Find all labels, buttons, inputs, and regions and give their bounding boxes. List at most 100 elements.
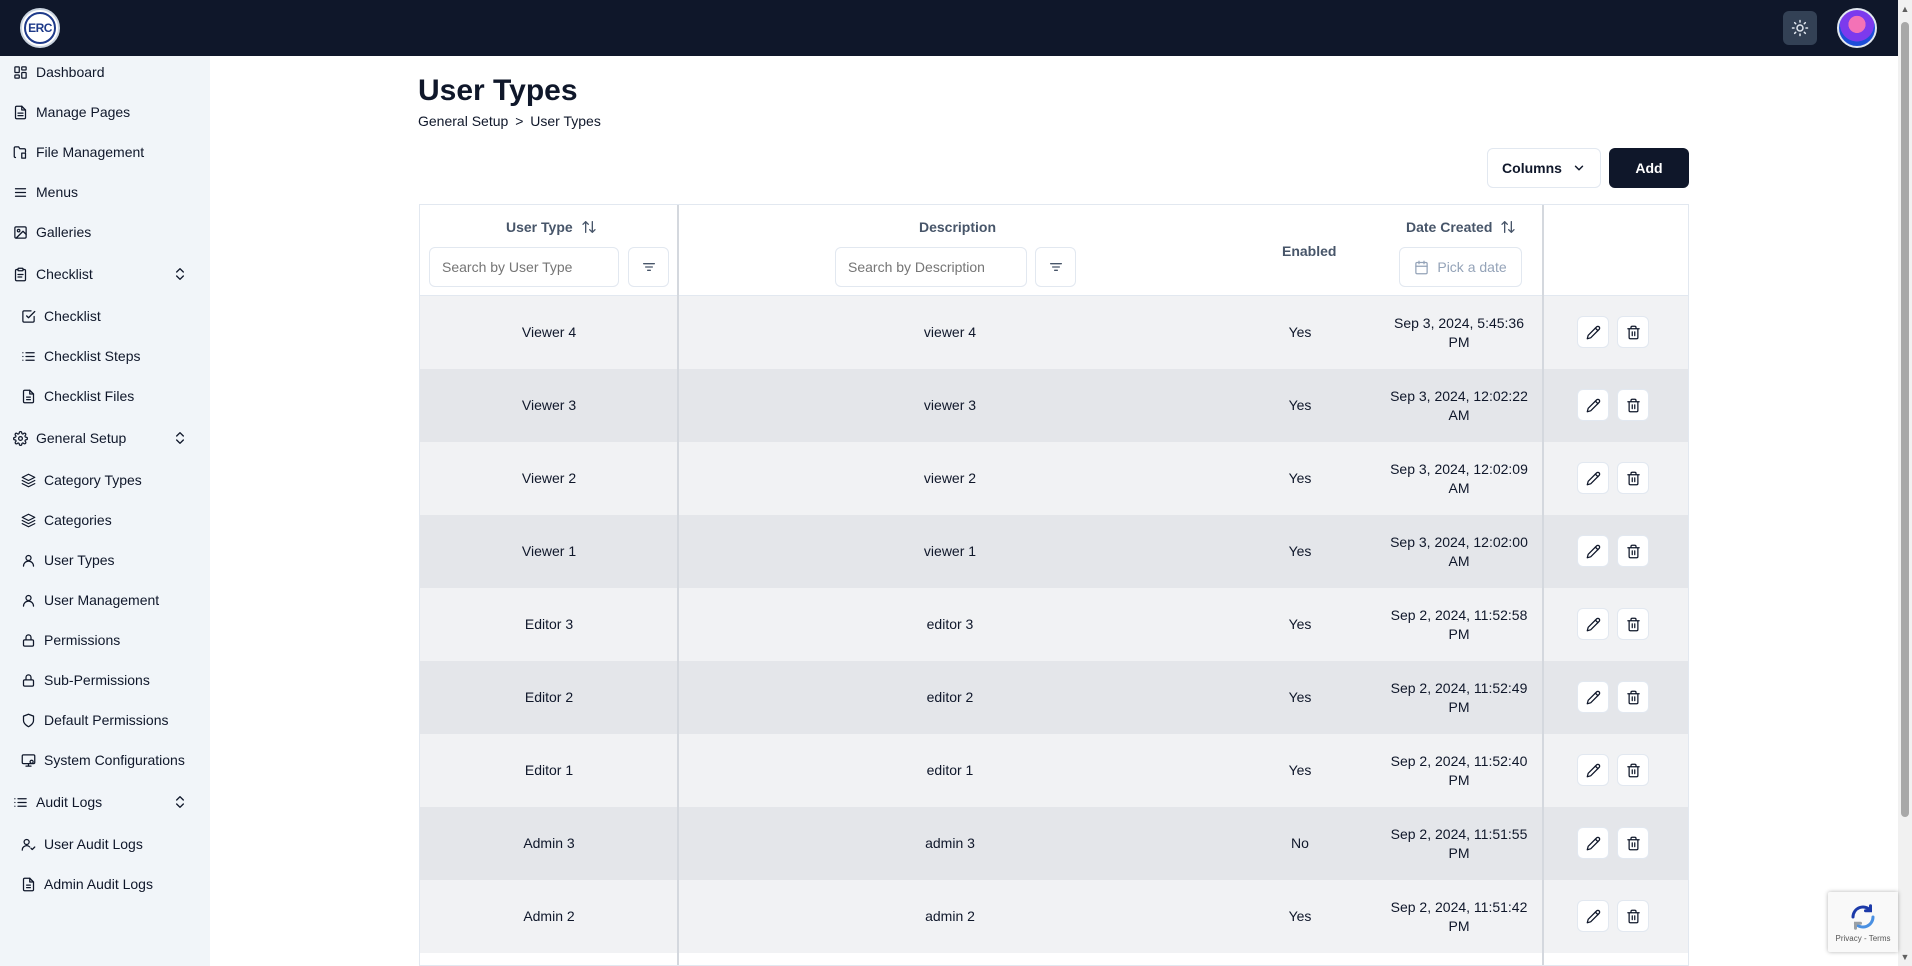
header-description: Description (919, 219, 996, 235)
sidebar-item-menus[interactable]: Menus (0, 176, 210, 208)
sidebar-item-manage-pages[interactable]: Manage Pages (0, 96, 210, 128)
erc-logo[interactable]: ERC (20, 8, 60, 48)
user-type-filter-button[interactable] (628, 247, 669, 287)
list-icon (20, 348, 36, 364)
file-text-icon (14, 105, 26, 119)
sort-icon (1501, 221, 1516, 233)
date-line: AM (1448, 406, 1470, 423)
filter-icon (642, 263, 655, 271)
edit-button[interactable] (1577, 827, 1609, 859)
search-user-type-input[interactable] (429, 247, 619, 287)
delete-button[interactable] (1617, 681, 1649, 713)
filter-icon (1049, 263, 1062, 271)
edit-button[interactable] (1577, 316, 1609, 348)
cell-date-created: Sep 3, 2024, 5:45:36 PM (1384, 296, 1534, 369)
cell-date-created: Sep 3, 2024, 12:02:22 AM (1384, 369, 1534, 442)
pencil-icon (1586, 763, 1600, 777)
sidebar-item-category-types[interactable]: Category Types (0, 464, 210, 496)
header-date-created[interactable]: Date Created (1406, 219, 1516, 235)
cell-enabled: Yes (1288, 616, 1312, 632)
date-line: AM (1448, 552, 1470, 569)
sidebar-item-label: Sub-Permissions (44, 672, 150, 688)
recaptcha-badge[interactable]: Privacy - Terms (1828, 892, 1898, 952)
pencil-icon (1586, 836, 1600, 850)
sidebar-item-user-management[interactable]: User Management (0, 584, 210, 616)
trash-icon (1626, 909, 1640, 923)
date-line: Sep 2, 2024, 11:52:40 (1390, 752, 1528, 769)
user-icon (20, 592, 36, 608)
user-check-icon (21, 838, 35, 851)
edit-button[interactable] (1577, 681, 1609, 713)
delete-button[interactable] (1617, 827, 1649, 859)
sidebar-item-checklist[interactable]: Checklist (0, 258, 210, 290)
sidebar-item-checklist-files[interactable]: Checklist Files (0, 380, 210, 412)
sidebar-item-label: User Types (44, 552, 115, 568)
edit-button[interactable] (1577, 754, 1609, 786)
sidebar-item-general-setup[interactable]: General Setup (0, 422, 210, 454)
delete-button[interactable] (1617, 608, 1649, 640)
sidebar-item-galleries[interactable]: Galleries (0, 216, 210, 248)
sidebar-item-label: Category Types (44, 472, 142, 488)
date-line: PM (1448, 698, 1470, 715)
dashboard-icon (13, 65, 27, 79)
delete-button[interactable] (1617, 316, 1649, 348)
date-line: PM (1448, 625, 1470, 642)
sidebar-item-system-configurations[interactable]: System Configurations (0, 744, 210, 776)
header-user-type[interactable]: User Type (506, 219, 597, 235)
date-line: PM (1448, 771, 1470, 788)
table-row: Viewer 2 viewer 2 Yes Sep 3, 2024, 12:02:09… (420, 442, 1688, 515)
scrollbar-thumb[interactable] (1901, 22, 1909, 817)
cell-enabled: Yes (1288, 762, 1312, 778)
trash-icon (1626, 544, 1640, 558)
delete-button[interactable] (1617, 389, 1649, 421)
delete-button[interactable] (1617, 900, 1649, 932)
breadcrumb-parent[interactable]: General Setup (418, 113, 508, 129)
list-icon (12, 794, 28, 810)
date-line: Sep 2, 2024, 11:51:55 (1390, 825, 1528, 842)
edit-button[interactable] (1577, 608, 1609, 640)
search-description-input[interactable] (835, 247, 1027, 287)
user-avatar[interactable] (1837, 8, 1877, 48)
sidebar-item-user-audit-logs[interactable]: User Audit Logs (0, 828, 210, 860)
image-icon (12, 224, 28, 240)
edit-button[interactable] (1577, 389, 1609, 421)
recaptcha-icon (1851, 903, 1875, 930)
sidebar: Dashboard Manage Pages File Management Menu… (0, 56, 210, 966)
sidebar-item-checklist-steps[interactable]: Checklist Steps (0, 340, 210, 372)
sidebar-item-admin-audit-logs[interactable]: Admin Audit Logs (0, 868, 210, 900)
date-picker-button[interactable]: Pick a date (1399, 247, 1522, 287)
sidebar-item-sub-permissions[interactable]: Sub-Permissions (0, 664, 210, 696)
columns-dropdown-button[interactable]: Columns (1487, 148, 1601, 188)
sidebar-item-label: Dashboard (36, 64, 105, 80)
header-date-created-label: Date Created (1406, 219, 1493, 235)
delete-button[interactable] (1617, 754, 1649, 786)
delete-button[interactable] (1617, 462, 1649, 494)
sidebar-item-file-management[interactable]: File Management (0, 136, 210, 168)
sidebar-item-label: Audit Logs (36, 794, 103, 810)
edit-button[interactable] (1577, 535, 1609, 567)
sidebar-item-default-permissions[interactable]: Default Permissions (0, 704, 210, 736)
sidebar-item-dashboard[interactable]: Dashboard (0, 56, 210, 88)
file-text-icon (12, 104, 28, 120)
table-row: Admin 3 admin 3 No Sep 2, 2024, 11:51:55 PM (420, 807, 1688, 880)
sidebar-item-label: Categories (44, 512, 112, 528)
header-enabled-label: Enabled (1282, 243, 1337, 259)
trash-icon (1626, 325, 1640, 339)
theme-toggle-button[interactable] (1783, 11, 1817, 45)
date-line: PM (1448, 844, 1470, 861)
recaptcha-links[interactable]: Privacy - Terms (1836, 934, 1891, 943)
edit-button[interactable] (1577, 462, 1609, 494)
sidebar-item-user-types[interactable]: User Types (0, 544, 210, 576)
delete-button[interactable] (1617, 535, 1649, 567)
sidebar-item-checklist[interactable]: Checklist (0, 300, 210, 332)
sidebar-item-permissions[interactable]: Permissions (0, 624, 210, 656)
sidebar-item-audit-logs[interactable]: Audit Logs (0, 786, 210, 818)
sidebar-item-categories[interactable]: Categories (0, 504, 210, 536)
cell-user-type: Viewer 4 (521, 324, 577, 340)
add-button[interactable]: Add (1609, 148, 1689, 188)
description-filter-button[interactable] (1035, 247, 1076, 287)
scroll-up-arrow[interactable]: ▲ (1900, 4, 1910, 14)
cell-user-type: Admin 3 (523, 835, 575, 851)
scroll-down-arrow[interactable]: ▼ (1900, 952, 1910, 962)
edit-button[interactable] (1577, 900, 1609, 932)
